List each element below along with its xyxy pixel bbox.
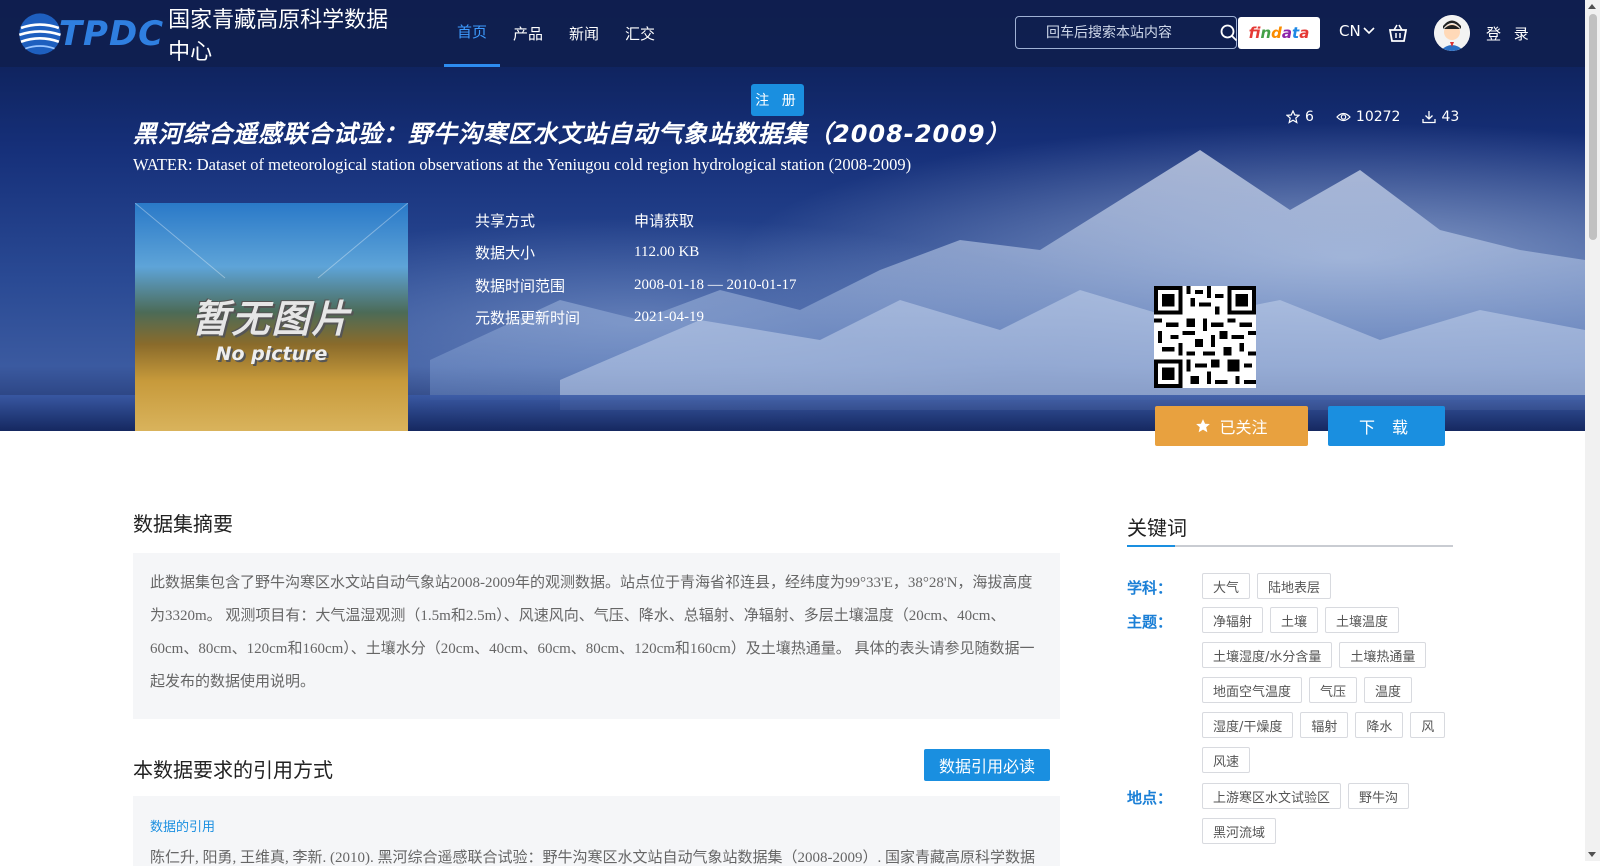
meta-row-size: 数据大小 112.00 KB <box>475 244 700 263</box>
cart-icon[interactable] <box>1387 22 1409 44</box>
meta-row-time-range: 数据时间范围 2008-01-18 — 2010-01-17 <box>475 276 797 295</box>
keyword-tags: 净辐射 土壤 土壤温度 土壤湿度/水分含量 土壤热通量 地面空气温度 气压 温度… <box>1202 607 1452 773</box>
no-picture-text-en: No picture <box>215 343 328 365</box>
user-avatar[interactable] <box>1434 15 1470 51</box>
search-box <box>1015 16 1238 49</box>
nav-item-home[interactable]: 首页 <box>444 0 501 67</box>
register-button[interactable]: 注 册 <box>751 84 804 116</box>
eye-icon <box>1336 112 1351 122</box>
keyword-tag[interactable]: 土壤 <box>1270 607 1319 633</box>
download-button[interactable]: 下 载 <box>1328 406 1445 446</box>
star-icon <box>1286 110 1300 124</box>
keyword-tag[interactable]: 风 <box>1410 712 1446 738</box>
keywords-heading: 关键词 <box>1127 516 1187 540</box>
keyword-tag[interactable]: 辐射 <box>1300 712 1349 738</box>
qr-code <box>1154 286 1256 388</box>
page-scrollbar[interactable] <box>1585 0 1600 861</box>
citation-label: 数据的引用 <box>150 820 216 835</box>
meta-row-share: 共享方式 申请获取 <box>475 211 695 230</box>
star-count: 6 <box>1286 109 1314 125</box>
main-nav: 首页 产品 新闻 汇交 <box>444 0 668 67</box>
keyword-tag[interactable]: 上游寒区水文试验区 <box>1202 783 1342 809</box>
language-switch[interactable]: CN <box>1339 22 1375 40</box>
dataset-meta: 共享方式 申请获取 数据大小 112.00 KB 数据时间范围 2008-01-… <box>475 204 796 334</box>
keyword-group-label: 主题： <box>1127 613 1173 631</box>
abstract-heading: 数据集摘要 <box>133 512 233 536</box>
logo-site-name: 国家青藏高原科学数据中心 <box>168 8 389 65</box>
star-filled-icon <box>1196 419 1211 433</box>
dataset-stats: 6 10272 43 <box>1286 109 1459 125</box>
keyword-tag[interactable]: 湿度/干燥度 <box>1202 712 1294 738</box>
dataset-subtitle: WATER: Dataset of meteorological station… <box>133 155 912 174</box>
logo-tpdc-text: TPDC <box>58 14 165 54</box>
keyword-tag[interactable]: 陆地表层 <box>1257 573 1332 599</box>
avatar-icon <box>1434 15 1470 51</box>
findata-logo: findata <box>1248 24 1310 42</box>
keyword-tag[interactable]: 土壤热通量 <box>1339 642 1427 668</box>
site-logo[interactable]: TPDC 国家青藏高原科学数据中心 <box>15 5 395 65</box>
keyword-tag[interactable]: 气压 <box>1309 677 1358 703</box>
login-link[interactable]: 登 录 <box>1486 23 1533 44</box>
hero-banner: TPDC 国家青藏高原科学数据中心 首页 产品 新闻 汇交 findata CN <box>0 0 1585 431</box>
keyword-tag[interactable]: 野牛沟 <box>1348 783 1410 809</box>
scroll-down-arrow-icon[interactable] <box>1588 852 1596 857</box>
citation-text: 陈仁升, 阳勇, 王维真, 李新. (2010). 黑河综合遥感联合试验：野牛沟… <box>150 850 1035 866</box>
keyword-group-label: 学科： <box>1127 579 1173 597</box>
keyword-tags: 大气 陆地表层 <box>1202 573 1452 599</box>
nav-item-submit[interactable]: 汇交 <box>612 0 668 67</box>
nav-item-products[interactable]: 产品 <box>500 0 556 67</box>
search-icon <box>1220 24 1238 41</box>
download-icon <box>1422 111 1437 124</box>
keyword-tag[interactable]: 风速 <box>1202 747 1251 773</box>
keyword-tag[interactable]: 土壤湿度/水分含量 <box>1202 642 1333 668</box>
meta-row-updated: 元数据更新时间 2021-04-19 <box>475 309 704 328</box>
keyword-group-label: 地点： <box>1127 789 1173 807</box>
chevron-down-icon <box>1363 27 1375 35</box>
search-button[interactable] <box>1220 17 1238 48</box>
scroll-up-arrow-icon[interactable] <box>1588 4 1596 9</box>
dataset-title: 黑河综合遥感联合试验：野牛沟寒区水文站自动气象站数据集（2008-2009） <box>133 120 1011 148</box>
keyword-tag[interactable]: 温度 <box>1364 677 1413 703</box>
citation-must-read-button[interactable]: 数据引用必读 <box>924 749 1050 781</box>
download-count: 43 <box>1422 109 1459 125</box>
dataset-thumbnail: 暂无图片 No picture <box>135 203 408 431</box>
keyword-tag[interactable]: 土壤温度 <box>1325 607 1400 633</box>
view-count: 10272 <box>1336 109 1400 125</box>
follow-button[interactable]: 已关注 <box>1155 406 1308 446</box>
findata-button[interactable]: findata <box>1238 17 1320 49</box>
keyword-tag[interactable]: 降水 <box>1355 712 1404 738</box>
language-label: CN <box>1339 22 1361 40</box>
keyword-tag[interactable]: 大气 <box>1202 573 1251 599</box>
keyword-tag[interactable]: 净辐射 <box>1202 607 1264 633</box>
nav-item-news[interactable]: 新闻 <box>556 0 612 67</box>
no-picture-text-cn: 暂无图片 <box>191 297 352 341</box>
search-input[interactable] <box>1016 17 1220 48</box>
keyword-tags: 上游寒区水文试验区 野牛沟 黑河流域 <box>1202 783 1452 844</box>
abstract-text: 此数据集包含了野牛沟寒区水文站自动气象站2008-2009年的观测数据。站点位于… <box>133 553 1060 719</box>
citation-heading: 本数据要求的引用方式 <box>133 758 333 782</box>
keyword-tag[interactable]: 地面空气温度 <box>1202 677 1303 703</box>
citation-box: 数据的引用 陈仁升, 阳勇, 王维真, 李新. (2010). 黑河综合遥感联合… <box>133 796 1060 866</box>
scrollbar-thumb[interactable] <box>1589 14 1597 240</box>
keyword-tag[interactable]: 黑河流域 <box>1202 818 1277 844</box>
follow-label: 已关注 <box>1219 418 1268 437</box>
keywords-divider <box>1127 545 1453 547</box>
globe-icon <box>18 13 61 55</box>
